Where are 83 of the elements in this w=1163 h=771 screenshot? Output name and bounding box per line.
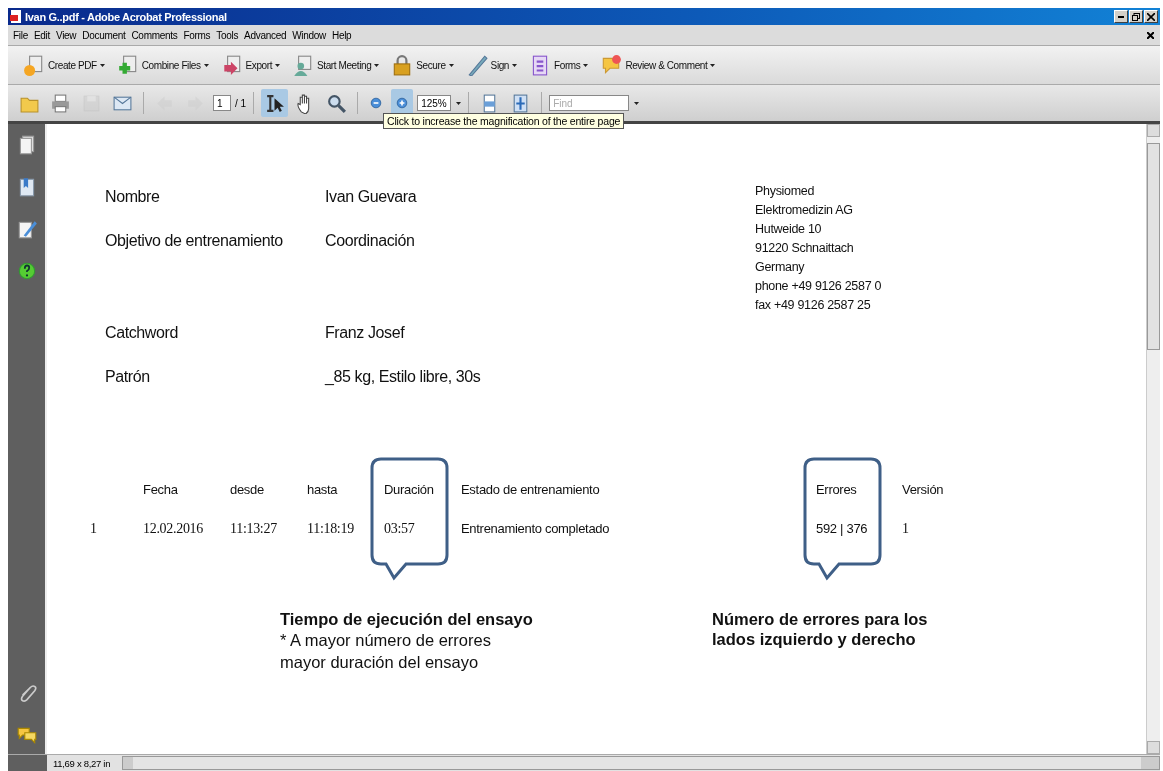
caret-icon bbox=[710, 63, 716, 67]
menu-item[interactable]: Forms bbox=[180, 29, 214, 41]
toolbar-button[interactable]: Export bbox=[217, 52, 284, 78]
menu-item[interactable]: Advanced bbox=[241, 29, 290, 41]
toolbar-button[interactable]: Review & Comment bbox=[597, 52, 719, 78]
toolbar-button[interactable]: Forms bbox=[526, 52, 592, 78]
page-number-field[interactable]: 1 bbox=[213, 95, 231, 111]
field-value: _85 kg, Estilo libre, 30s bbox=[325, 368, 482, 386]
address-line: Physiomed bbox=[755, 183, 816, 200]
speech-bubble-icon bbox=[600, 54, 623, 76]
select-cursor-icon bbox=[264, 92, 286, 114]
field-label: Nombre bbox=[105, 188, 161, 206]
vertical-scrollbar[interactable] bbox=[1147, 124, 1160, 754]
menu-item[interactable]: Document bbox=[79, 29, 129, 41]
caret-icon bbox=[456, 101, 462, 105]
document-plus-icon bbox=[116, 54, 139, 76]
menu-item[interactable]: Help bbox=[328, 29, 355, 41]
toolbar-button[interactable]: Combine Files bbox=[113, 52, 212, 78]
table-cell-text: Entrenamiento completado bbox=[461, 521, 611, 537]
horizontal-scrollbar[interactable] bbox=[122, 756, 1160, 770]
table-cell-text: 12.02.2016 bbox=[143, 521, 204, 537]
menu-item[interactable]: Comments bbox=[128, 29, 181, 41]
column-header: Versión bbox=[902, 482, 945, 497]
caret-icon bbox=[275, 63, 281, 67]
menu-item[interactable]: Edit bbox=[30, 29, 53, 41]
address-line: Elektromedizin AG bbox=[755, 202, 854, 219]
field-label: Patrón bbox=[105, 368, 151, 386]
callout-title: Tiempo de ejecución del ensayo bbox=[280, 609, 534, 629]
page-count: / 1 bbox=[235, 97, 247, 109]
table-cell-text: 11:18:19 bbox=[307, 521, 355, 537]
page-size-label: 11,69 x 8,27 in bbox=[53, 757, 111, 769]
menu-item[interactable]: Tools bbox=[213, 29, 242, 41]
close-icon bbox=[1147, 12, 1155, 21]
printer-icon bbox=[50, 92, 71, 114]
table-cell-text: 1 bbox=[90, 521, 98, 537]
close-button[interactable] bbox=[1144, 10, 1158, 23]
address-line: phone +49 9126 2587 0 bbox=[755, 278, 882, 295]
address-line: fax +49 9126 2587 25 bbox=[755, 297, 872, 314]
table-cell-text: 11:13:27 bbox=[230, 521, 278, 537]
minimize-button[interactable] bbox=[1114, 10, 1128, 23]
column-header: desde bbox=[230, 482, 265, 497]
window-title: Ivan G..pdf - Adobe Acrobat Professional bbox=[25, 10, 227, 23]
column-header: Estado de entrenamiento bbox=[461, 482, 601, 497]
restore-button[interactable] bbox=[1129, 10, 1143, 23]
field-label: Objetivo de entrenamiento bbox=[105, 232, 284, 250]
field-label: Catchword bbox=[105, 324, 179, 342]
column-header: Errores bbox=[816, 482, 858, 497]
toolbar-button[interactable]: Start Meeting bbox=[289, 52, 383, 78]
caret-icon bbox=[583, 63, 589, 67]
caret-icon bbox=[99, 63, 105, 67]
menu-item[interactable]: Window bbox=[289, 29, 329, 41]
field-value: Franz Josef bbox=[325, 324, 406, 342]
caret-icon bbox=[634, 101, 640, 105]
callout-title: Número de errores para los lados izquierdo y derecho bbox=[712, 609, 929, 649]
tool-button[interactable] bbox=[261, 89, 289, 117]
minimize-icon bbox=[1118, 15, 1124, 18]
caret-icon bbox=[203, 63, 209, 67]
field-value: Ivan Guevara bbox=[325, 188, 418, 206]
magnifier-icon bbox=[326, 92, 348, 114]
caret-icon bbox=[448, 63, 454, 67]
table-cell-text: 592 | 376 bbox=[816, 521, 869, 537]
toolbar-button[interactable]: Sign bbox=[462, 52, 521, 78]
column-header: hasta bbox=[307, 482, 339, 497]
column-header: Fecha bbox=[143, 482, 179, 497]
column-header: Duración bbox=[384, 482, 435, 497]
document-star-icon bbox=[23, 54, 45, 76]
toolbar-button[interactable]: Secure bbox=[388, 52, 457, 78]
address-line: Germany bbox=[755, 259, 806, 276]
close-icon[interactable] bbox=[1147, 31, 1154, 39]
menu-item[interactable]: View bbox=[52, 29, 80, 41]
table-cell-text: 1 bbox=[902, 521, 910, 537]
callout-note: * A mayor número de errores mayor duración del ensayo bbox=[280, 630, 492, 673]
pdf-file-icon bbox=[10, 10, 22, 23]
address-line: 91220 Schnaittach bbox=[755, 240, 855, 257]
caret-icon bbox=[374, 63, 380, 67]
tooltip: Click to increase the magnification of the entire page bbox=[383, 113, 625, 129]
restore-icon bbox=[1132, 12, 1140, 21]
caret-icon bbox=[512, 63, 518, 67]
field-value: Coordinación bbox=[325, 232, 416, 250]
toolbar-button[interactable]: Create PDF bbox=[20, 52, 108, 78]
address-line: Hutweide 10 bbox=[755, 221, 823, 238]
table-cell-text: 03:57 bbox=[384, 521, 416, 537]
menu-item[interactable]: File bbox=[10, 29, 31, 41]
